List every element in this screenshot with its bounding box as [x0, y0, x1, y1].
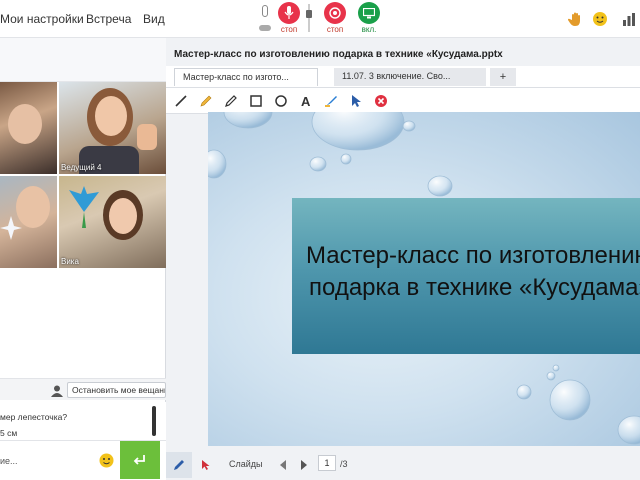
camera-toggle-button[interactable]: стоп: [320, 2, 350, 34]
pointer-icon[interactable]: [348, 93, 364, 109]
svg-text:A: A: [301, 94, 311, 108]
enter-icon: [133, 455, 145, 465]
mic-toggle-button[interactable]: стоп: [274, 2, 304, 34]
emoji-picker-icon[interactable]: [99, 453, 114, 468]
clear-icon[interactable]: [373, 93, 389, 109]
top-bar: Мои настройки Встреча Вид стоп стоп вкл.: [0, 0, 640, 38]
paper-flower-icon: [65, 186, 103, 228]
pen-icon: [174, 460, 184, 470]
pen-icon[interactable]: [223, 93, 239, 109]
chat-message: мер лепесточка?: [0, 412, 68, 422]
panel-header: [0, 38, 166, 82]
chat-message: 5 см: [0, 428, 18, 438]
add-tab-button[interactable]: +: [490, 68, 516, 86]
mic-volume-icon[interactable]: [258, 5, 272, 33]
previous-slide-icon[interactable]: [278, 458, 288, 470]
paper-flower-icon: [0, 214, 22, 242]
menu-my-settings[interactable]: Мои настройки: [0, 12, 84, 26]
next-slide-icon[interactable]: [299, 458, 309, 470]
video-tile[interactable]: Ведущий 4: [59, 82, 166, 174]
slide-navigation: Слайды 1 /3: [166, 450, 640, 480]
webcam-icon: [324, 2, 346, 24]
send-button[interactable]: [120, 441, 160, 479]
screen-status-label: вкл.: [361, 25, 377, 34]
participant-name: Вика: [61, 257, 79, 266]
stop-broadcast-button[interactable]: Остановить мое вещание: [67, 382, 166, 398]
statistics-icon[interactable]: [622, 12, 636, 26]
monitor-icon: [358, 2, 380, 24]
page-total: /3: [340, 459, 348, 469]
tab-second-document[interactable]: 11.07. 3 включение. Сво...: [334, 68, 486, 86]
slide-canvas[interactable]: Мастер-класс по изготовлению подарка в т…: [208, 112, 640, 446]
chat-scrollbar[interactable]: [152, 406, 156, 436]
chat-messages: мер лепесточка? 5 см: [0, 402, 166, 440]
chat-input-row: ие...: [0, 440, 166, 480]
camera-status-label: стоп: [326, 25, 344, 34]
participants-panel: Ведущий 4 Вика Остановить мое вещание ме…: [0, 38, 166, 480]
marker-icon[interactable]: [198, 93, 214, 109]
circle-icon[interactable]: [273, 93, 289, 109]
document-title: Мастер-класс по изготовлению подарка в т…: [174, 49, 503, 60]
draw-mode-button[interactable]: [166, 452, 192, 478]
mic-status-label: стоп: [280, 25, 298, 34]
raise-hand-icon[interactable]: [567, 11, 584, 27]
app-window: Мои настройки Встреча Вид стоп стоп вкл.…: [0, 0, 640, 480]
slide-title-line-2: подарка в технике «Кусудама»: [309, 274, 640, 301]
chat-input[interactable]: ие...: [0, 456, 18, 466]
drawing-toolbar: A: [166, 88, 640, 114]
emoji-icon[interactable]: [592, 11, 608, 27]
slides-label[interactable]: Слайды: [229, 459, 263, 469]
rectangle-icon[interactable]: [248, 93, 264, 109]
volume-slider[interactable]: [306, 4, 312, 32]
pointer-icon[interactable]: [200, 458, 212, 470]
page-number-input[interactable]: 1: [318, 455, 336, 471]
eraser-icon[interactable]: [323, 93, 339, 109]
video-tile[interactable]: [0, 176, 57, 268]
participant-name: Ведущий 4: [61, 163, 102, 172]
video-tile[interactable]: [0, 82, 57, 174]
slide-title-line-1: Мастер-класс по изготовлению: [306, 242, 640, 269]
text-icon[interactable]: A: [298, 93, 314, 109]
broadcast-bar: Остановить мое вещание: [0, 378, 166, 400]
tab-presentation[interactable]: Мастер-класс по изгото...: [174, 68, 318, 86]
menu-view[interactable]: Вид: [143, 12, 165, 26]
video-tile[interactable]: Вика: [59, 176, 166, 268]
screen-share-button[interactable]: вкл.: [354, 2, 384, 34]
user-icon: [51, 384, 63, 397]
microphone-icon: [278, 2, 300, 24]
document-tabs: Мастер-класс по изгото... 11.07. 3 включ…: [166, 66, 640, 88]
menu-meeting[interactable]: Встреча: [86, 12, 131, 26]
presentation-panel: Мастер-класс по изготовлению подарка в т…: [166, 38, 640, 480]
line-icon[interactable]: [173, 93, 189, 109]
